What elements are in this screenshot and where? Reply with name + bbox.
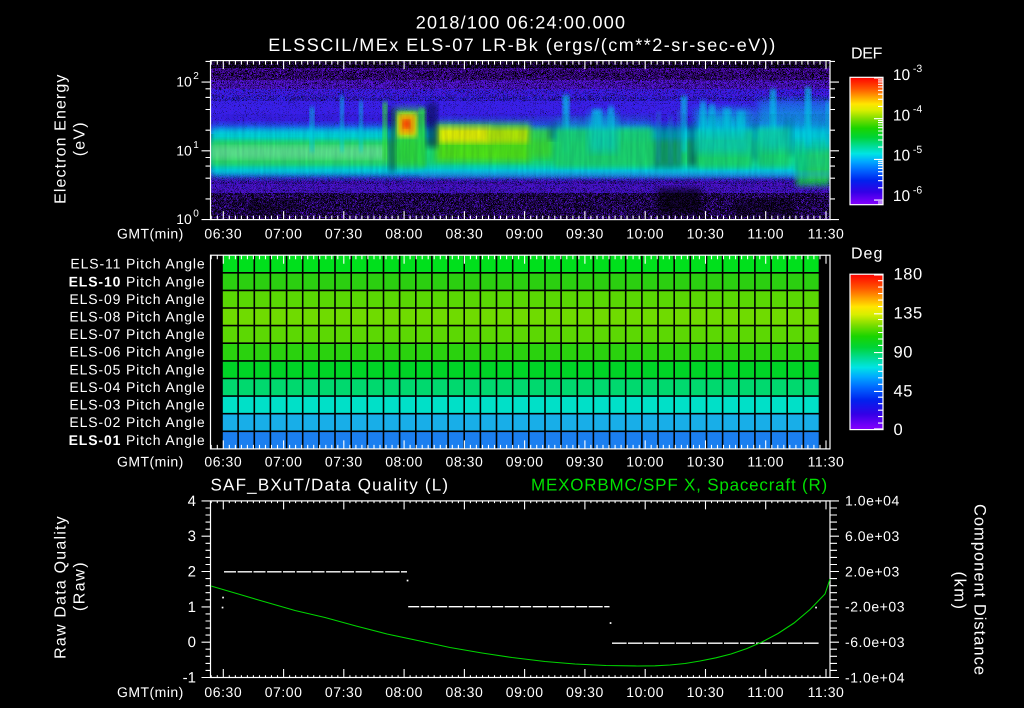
svg-text:45: 45 [894, 382, 914, 400]
svg-text:4: 4 [188, 493, 196, 510]
svg-text:ELS-08 Pitch Angle: ELS-08 Pitch Angle [69, 309, 205, 325]
svg-text:ELS-06 Pitch Angle: ELS-06 Pitch Angle [69, 344, 205, 360]
svg-text:Component Distance: Component Distance [971, 504, 989, 676]
svg-text:3: 3 [188, 528, 196, 545]
svg-text:Raw Data Quality: Raw Data Quality [53, 515, 70, 659]
svg-text:0: 0 [193, 209, 199, 220]
svg-text:09:00: 09:00 [506, 226, 544, 242]
svg-text:10:00: 10:00 [626, 684, 664, 700]
svg-text:07:30: 07:30 [325, 454, 363, 470]
svg-text:09:30: 09:30 [566, 684, 604, 700]
svg-text:90: 90 [894, 344, 914, 362]
svg-text:DEF: DEF [851, 46, 883, 63]
svg-text:08:00: 08:00 [385, 226, 423, 242]
svg-text:11:30: 11:30 [808, 454, 845, 470]
svg-text:ELS-05 Pitch Angle: ELS-05 Pitch Angle [69, 361, 205, 377]
svg-text:07:30: 07:30 [325, 684, 363, 700]
svg-text:-5: -5 [913, 144, 922, 156]
svg-text:GMT(min): GMT(min) [117, 226, 184, 242]
svg-text:2018/100 06:24:00.000: 2018/100 06:24:00.000 [416, 13, 626, 33]
svg-text:07:00: 07:00 [265, 226, 303, 242]
svg-text:2: 2 [188, 564, 196, 581]
svg-text:09:00: 09:00 [506, 684, 544, 700]
svg-text:10: 10 [176, 142, 192, 158]
svg-text:-2.0e+03: -2.0e+03 [845, 599, 905, 615]
svg-text:-6.0e+03: -6.0e+03 [845, 634, 905, 650]
svg-text:09:30: 09:30 [566, 226, 604, 242]
svg-text:11:00: 11:00 [747, 684, 784, 700]
svg-text:10: 10 [893, 148, 911, 165]
svg-text:180: 180 [894, 266, 923, 284]
svg-text:ELS-01 Pitch Angle: ELS-01 Pitch Angle [69, 432, 206, 448]
svg-text:0: 0 [188, 634, 196, 651]
svg-text:06:30: 06:30 [204, 454, 242, 470]
svg-text:Deg: Deg [851, 246, 883, 263]
svg-text:ELS-02 Pitch Angle: ELS-02 Pitch Angle [69, 414, 205, 430]
svg-text:11:00: 11:00 [747, 454, 784, 470]
svg-text:-4: -4 [913, 104, 922, 116]
svg-text:-1.0e+04: -1.0e+04 [845, 669, 905, 685]
svg-text:GMT(min): GMT(min) [117, 454, 184, 470]
svg-text:09:00: 09:00 [506, 454, 544, 470]
svg-text:-6: -6 [913, 185, 922, 197]
svg-text:-1: -1 [183, 670, 196, 687]
svg-text:Electron Energy: Electron Energy [53, 74, 70, 204]
svg-text:1: 1 [188, 599, 196, 616]
svg-text:10:30: 10:30 [687, 684, 725, 700]
svg-text:07:00: 07:00 [265, 454, 303, 470]
svg-text:1.0e+04: 1.0e+04 [845, 493, 900, 509]
svg-text:MEXORBMC/SPF X, Spacecraft (R): MEXORBMC/SPF X, Spacecraft (R) [531, 476, 828, 495]
svg-text:ELS-10 Pitch Angle: ELS-10 Pitch Angle [69, 273, 206, 289]
svg-text:GMT(min): GMT(min) [117, 684, 184, 700]
svg-text:07:30: 07:30 [325, 226, 363, 242]
svg-text:ELS-03 Pitch Angle: ELS-03 Pitch Angle [69, 397, 205, 413]
svg-text:ELSSCIL/MEx ELS-07 LR-Bk (erg: ELSSCIL/MEx ELS-07 LR-Bk (ergs/(cm**2-sr… [268, 35, 777, 55]
svg-text:2.0e+03: 2.0e+03 [845, 563, 900, 579]
svg-text:1: 1 [193, 140, 199, 151]
svg-text:(eV): (eV) [72, 121, 89, 156]
svg-text:10: 10 [176, 74, 192, 90]
svg-text:135: 135 [894, 305, 923, 323]
svg-text:08:30: 08:30 [446, 684, 484, 700]
svg-text:08:30: 08:30 [446, 226, 484, 242]
svg-text:06:30: 06:30 [204, 226, 242, 242]
svg-text:09:30: 09:30 [566, 454, 604, 470]
svg-text:10: 10 [893, 188, 911, 205]
svg-text:ELS-11 Pitch Angle: ELS-11 Pitch Angle [70, 256, 205, 272]
svg-text:10: 10 [893, 67, 911, 84]
svg-text:10: 10 [893, 107, 911, 124]
svg-text:10:30: 10:30 [687, 454, 725, 470]
svg-text:ELS-04 Pitch Angle: ELS-04 Pitch Angle [69, 379, 205, 395]
svg-text:SAF_BXuT/Data Quality (L): SAF_BXuT/Data Quality (L) [211, 476, 450, 495]
svg-text:6.0e+03: 6.0e+03 [845, 528, 900, 544]
svg-text:2: 2 [193, 71, 199, 82]
svg-text:06:30: 06:30 [204, 684, 242, 700]
svg-text:08:00: 08:00 [385, 454, 423, 470]
svg-text:08:30: 08:30 [446, 454, 484, 470]
svg-text:08:00: 08:00 [385, 684, 423, 700]
svg-text:(Raw): (Raw) [72, 561, 89, 611]
svg-text:(km): (km) [951, 572, 969, 611]
svg-text:10:30: 10:30 [687, 226, 725, 242]
svg-text:10:00: 10:00 [626, 226, 664, 242]
svg-text:11:00: 11:00 [747, 226, 784, 242]
svg-text:11:30: 11:30 [808, 684, 845, 700]
svg-text:-3: -3 [913, 63, 922, 75]
svg-text:ELS-09 Pitch Angle: ELS-09 Pitch Angle [69, 291, 205, 307]
svg-text:0: 0 [894, 421, 904, 439]
svg-text:ELS-07 Pitch Angle: ELS-07 Pitch Angle [69, 326, 205, 342]
svg-text:07:00: 07:00 [265, 684, 303, 700]
svg-text:10:00: 10:00 [626, 454, 664, 470]
svg-text:11:30: 11:30 [808, 226, 845, 242]
